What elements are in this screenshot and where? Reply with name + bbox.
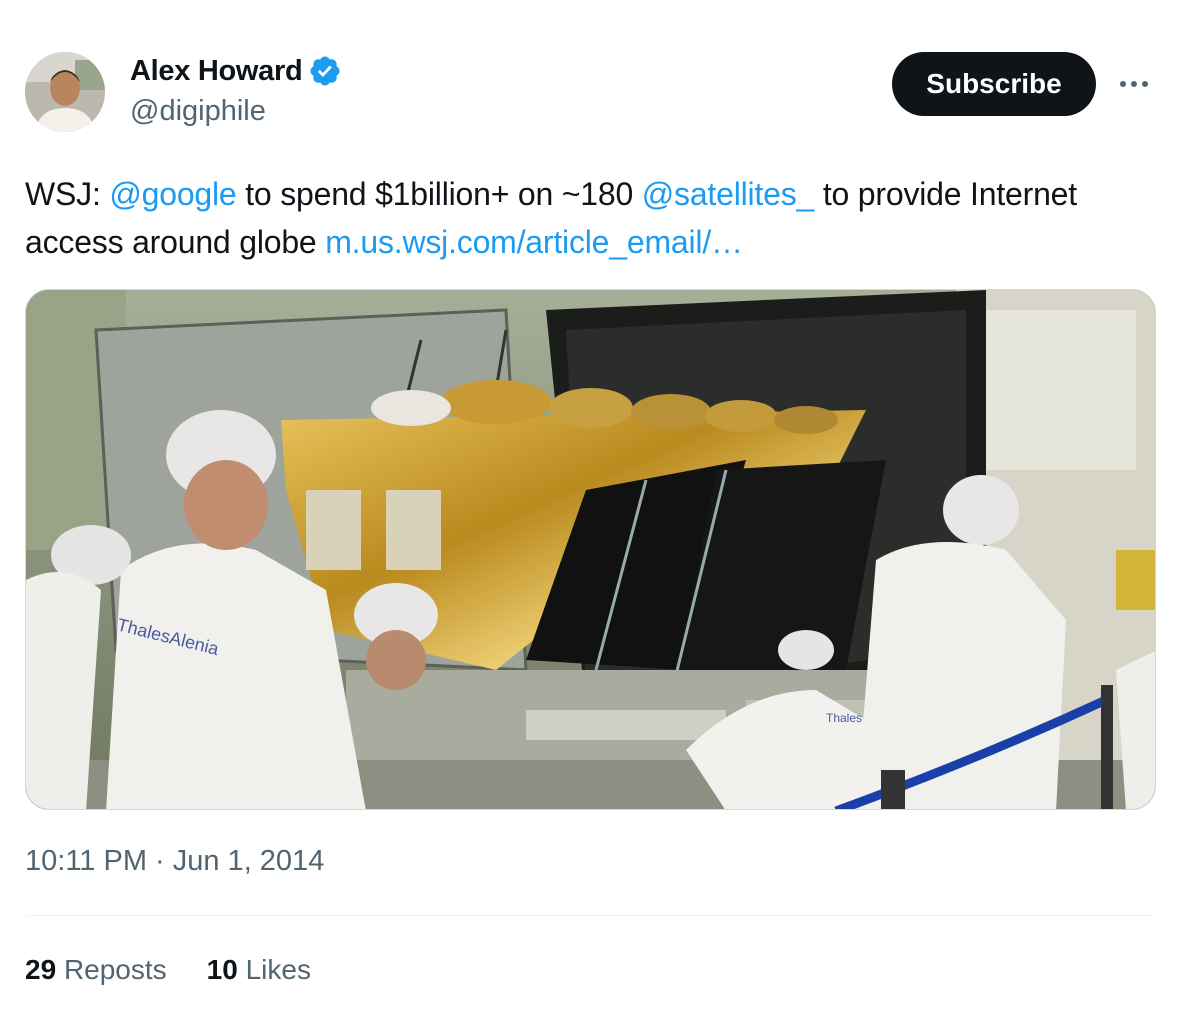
- likes-label: Likes: [245, 954, 311, 985]
- tweet-middle: to spend $1billion+ on ~180: [236, 176, 642, 212]
- author-name-row: Alex Howard: [130, 54, 342, 88]
- divider: [25, 915, 1156, 916]
- more-dot: [1120, 81, 1126, 87]
- tweet-card: Alex Howard @digiphile Subscribe WSJ: @g…: [0, 0, 1200, 1022]
- engagement-stats: 29 Reposts 10 Likes: [25, 954, 311, 986]
- subscribe-button[interactable]: Subscribe: [892, 52, 1096, 116]
- tweet-text: WSJ: @google to spend $1billion+ on ~180…: [25, 170, 1155, 266]
- likes-stat[interactable]: 10 Likes: [207, 954, 311, 986]
- reposts-stat[interactable]: 29 Reposts: [25, 954, 167, 986]
- reposts-label: Reposts: [63, 954, 167, 985]
- author-display-name[interactable]: Alex Howard: [130, 55, 303, 88]
- mention-satellites-link[interactable]: @satellites_: [642, 176, 815, 212]
- more-dot: [1131, 81, 1137, 87]
- author-handle[interactable]: @digiphile: [130, 95, 266, 128]
- article-link[interactable]: m.us.wsj.com/article_email/…: [325, 224, 743, 260]
- thales-logo-text-small: Thales: [826, 711, 862, 725]
- more-dot: [1142, 81, 1148, 87]
- tweet-image[interactable]: ThalesAlenia Thales: [25, 289, 1156, 810]
- tweet-prefix: WSJ:: [25, 176, 110, 212]
- likes-count: 10: [206, 954, 238, 985]
- tweet-timestamp[interactable]: 10:11 PM · Jun 1, 2014: [25, 845, 324, 878]
- avatar[interactable]: [25, 52, 105, 132]
- reposts-count: 29: [25, 954, 57, 985]
- mention-google-link[interactable]: @google: [109, 176, 236, 212]
- more-options-icon[interactable]: [1114, 66, 1154, 102]
- verified-badge-icon[interactable]: [308, 54, 342, 88]
